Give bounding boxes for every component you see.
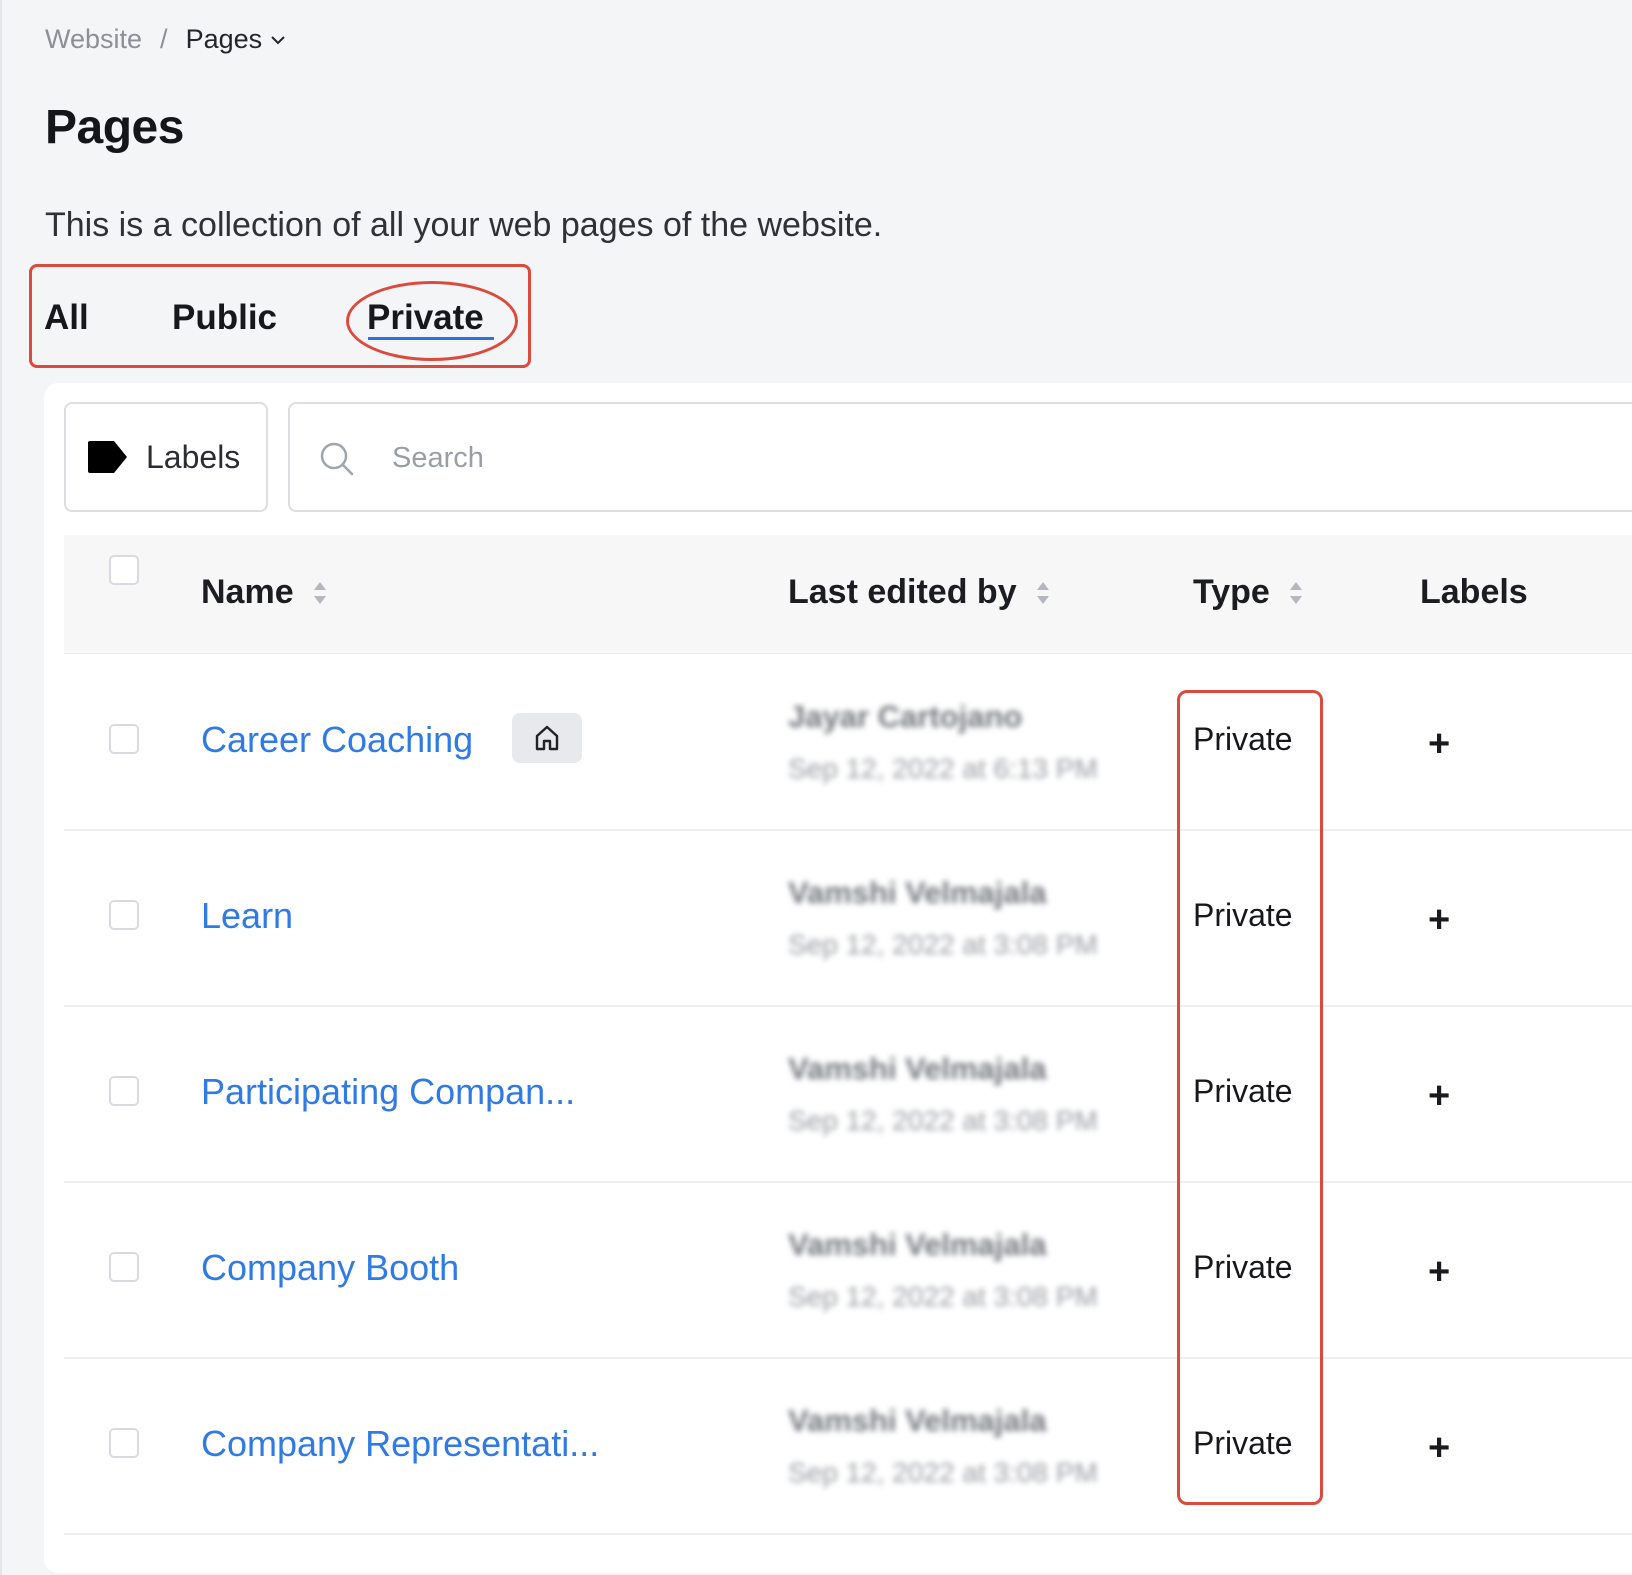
column-header-name-label: Name (201, 573, 294, 611)
window-edge (0, 0, 2, 1575)
edited-date: Sep 12, 2022 at 6:13 PM (788, 753, 1098, 784)
breadcrumb: Website / Pages (45, 24, 286, 55)
row-checkbox[interactable] (109, 724, 139, 754)
sort-icon (313, 581, 326, 604)
table-header: Name Last edited by Type Labels (64, 535, 1632, 654)
add-label-button[interactable]: + (1428, 1427, 1450, 1470)
table-row: Company Representati... Vamshi Velmajala… (64, 1357, 1632, 1535)
page-name-link[interactable]: Participating Compan... (201, 1071, 575, 1113)
search-field[interactable] (288, 402, 1632, 512)
home-page-badge[interactable] (512, 713, 582, 763)
column-header-type-label: Type (1193, 573, 1270, 611)
row-checkbox[interactable] (109, 1076, 139, 1106)
tab-public[interactable]: Public (172, 298, 277, 338)
breadcrumb-current-label: Pages (185, 24, 263, 54)
home-icon (535, 725, 559, 751)
page-type: Private (1193, 1073, 1293, 1109)
table-row: Company Booth Vamshi Velmajala Sep 12, 2… (64, 1181, 1632, 1359)
labels-button-label: Labels (146, 438, 241, 475)
row-checkbox[interactable] (109, 1252, 139, 1282)
column-header-name[interactable]: Name (201, 573, 328, 612)
table-row: Learn Vamshi Velmajala Sep 12, 2022 at 3… (64, 829, 1632, 1007)
sort-icon (1036, 581, 1049, 604)
page-name-link[interactable]: Company Booth (201, 1247, 459, 1289)
label-tag-icon (88, 441, 127, 473)
page-type: Private (1193, 1249, 1293, 1285)
search-icon (320, 442, 354, 476)
column-header-labels-label: Labels (1420, 573, 1528, 611)
select-all-checkbox[interactable] (109, 555, 139, 585)
page-description: This is a collection of all your web pag… (45, 206, 883, 244)
breadcrumb-website[interactable]: Website (45, 24, 142, 55)
tab-private-annotation-circle (346, 281, 518, 361)
page-type: Private (1193, 1425, 1293, 1461)
editor-name: Vamshi Velmajala (788, 1403, 1047, 1438)
page-type: Private (1193, 897, 1293, 933)
column-header-type[interactable]: Type (1193, 573, 1304, 612)
breadcrumb-pages-dropdown[interactable]: Pages (186, 24, 287, 55)
edited-date: Sep 12, 2022 at 3:08 PM (788, 1105, 1098, 1136)
column-header-last-edited-label: Last edited by (788, 573, 1017, 611)
add-label-button[interactable]: + (1428, 1075, 1450, 1118)
editor-name: Jayar Cartojano (788, 699, 1023, 734)
page-name-link[interactable]: Career Coaching (201, 719, 473, 761)
edited-date: Sep 12, 2022 at 3:08 PM (788, 1457, 1098, 1488)
table-row: Participating Compan... Vamshi Velmajala… (64, 1005, 1632, 1183)
breadcrumb-separator: / (160, 24, 168, 54)
page-type: Private (1193, 721, 1293, 757)
row-checkbox[interactable] (109, 1428, 139, 1458)
row-checkbox[interactable] (109, 900, 139, 930)
search-input[interactable] (390, 434, 1294, 482)
edited-date: Sep 12, 2022 at 3:08 PM (788, 929, 1098, 960)
tab-all[interactable]: All (44, 298, 89, 338)
add-label-button[interactable]: + (1428, 723, 1450, 766)
sort-icon (1289, 581, 1302, 604)
column-header-last-edited[interactable]: Last edited by (788, 573, 1051, 612)
add-label-button[interactable]: + (1428, 899, 1450, 942)
table-row: Career Coaching Jayar Cartojano Sep 12, … (64, 653, 1632, 831)
page-title: Pages (45, 101, 184, 154)
edited-date: Sep 12, 2022 at 3:08 PM (788, 1281, 1098, 1312)
editor-name: Vamshi Velmajala (788, 1227, 1047, 1262)
page-name-link[interactable]: Company Representati... (201, 1423, 599, 1465)
editor-name: Vamshi Velmajala (788, 1051, 1047, 1086)
add-label-button[interactable]: + (1428, 1251, 1450, 1294)
chevron-down-icon (271, 35, 285, 44)
labels-filter-button[interactable]: Labels (64, 402, 268, 512)
editor-name: Vamshi Velmajala (788, 875, 1047, 910)
page-name-link[interactable]: Learn (201, 895, 293, 937)
column-header-labels: Labels (1420, 573, 1528, 612)
